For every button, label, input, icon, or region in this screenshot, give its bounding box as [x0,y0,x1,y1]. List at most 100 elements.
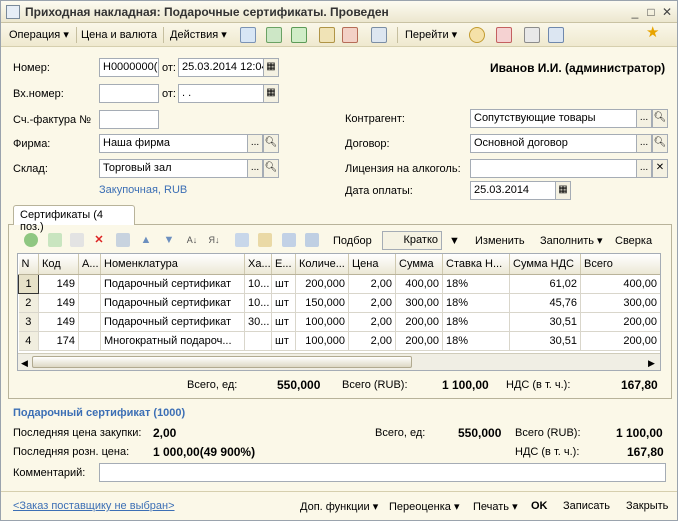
goto-menu[interactable]: Перейти ▾ [405,27,457,43]
contract-field[interactable]: Основной договор [470,134,637,153]
mode-toggle[interactable]: Кратко [382,231,442,250]
cell[interactable]: шт [271,312,296,332]
copy-icon[interactable] [235,233,249,247]
help-icon[interactable] [469,27,485,43]
operation-menu[interactable]: Операция ▾ [9,27,69,43]
table-row[interactable]: 3 149 Подарочный сертификат 30... шт 100… [18,312,660,332]
comment-field[interactable] [99,463,666,482]
scroll-right-icon[interactable]: ▶ [648,355,655,371]
cell[interactable]: 2,00 [348,293,396,313]
cell[interactable]: 18% [442,312,510,332]
sort-desc-icon[interactable]: Я↓ [207,233,221,247]
select-button[interactable]: Подбор [333,233,372,249]
fill-menu[interactable]: Заполнить ▾ [540,233,603,249]
move-up-icon[interactable]: ▲ [139,233,153,247]
cell[interactable]: 18% [442,293,510,313]
contractor-select-button[interactable]: ... [636,109,652,128]
in-date-field[interactable]: . . [178,84,264,103]
close-button[interactable]: Закрыть [626,500,668,512]
contractor-open-icon[interactable]: 🔍︎ [652,109,668,128]
ok-button[interactable]: OK [531,500,548,512]
contract-select-button[interactable]: ... [636,134,652,153]
reprice-menu[interactable]: Переоценка ▾ [389,500,460,513]
cell[interactable]: 61,02 [509,274,581,294]
in-number-field[interactable] [99,84,159,103]
cell[interactable]: 10... [244,274,272,294]
cell[interactable]: 18% [442,274,510,294]
post-icon[interactable] [291,27,307,43]
column-header[interactable]: Цена [348,254,396,275]
copy-row-icon[interactable] [48,233,62,247]
table-row[interactable]: 4 174 Многократный подароч... шт 100,000… [18,331,660,351]
maximize-button[interactable]: □ [643,4,659,20]
cell[interactable]: 18% [442,331,510,351]
cell[interactable] [244,331,272,351]
invoice-field[interactable] [99,110,159,129]
end-edit-icon[interactable] [116,233,130,247]
checklist-icon[interactable] [548,27,564,43]
cell[interactable]: 400,00 [580,274,660,294]
firm-select-button[interactable]: ... [247,134,263,153]
warehouse-select-button[interactable]: ... [247,159,263,178]
column-header[interactable]: N [18,254,39,275]
cell[interactable]: 2,00 [348,312,396,332]
cell[interactable]: 149 [38,274,79,294]
calendar-icon[interactable]: ▦ [263,58,279,77]
cell[interactable]: 200,000 [295,274,349,294]
column-header[interactable]: Сумма [395,254,443,275]
license-select-button[interactable]: ... [636,159,652,178]
delete-row-icon[interactable]: ✕ [92,233,106,247]
column-header[interactable]: Номенклатура [100,254,245,275]
save-button[interactable]: Записать [563,500,610,512]
license-clear-icon[interactable]: ✕ [652,159,668,178]
cell[interactable]: Подарочный сертификат [100,293,245,313]
list-view-icon[interactable] [524,27,540,43]
cell[interactable]: 149 [38,293,79,313]
column-header[interactable]: Сумма НДС [509,254,581,275]
license-field[interactable] [470,159,637,178]
hierarchy-icon[interactable] [496,27,512,43]
number-field[interactable]: Н0000000( [99,58,159,77]
cell[interactable]: 45,76 [509,293,581,313]
price-currency-button[interactable]: Цена и валюта [81,27,157,43]
cell[interactable]: 200,00 [395,331,443,351]
column-header[interactable]: Е... [271,254,296,275]
cell[interactable]: 4 [18,331,39,351]
cell[interactable]: 400,00 [395,274,443,294]
cell[interactable]: шт [271,293,296,313]
structure-icon[interactable] [371,27,387,43]
extra-functions-menu[interactable]: Доп. функции ▾ [300,500,378,513]
tab-certificates[interactable]: Сертификаты (4 поз.) [13,205,135,233]
cell[interactable]: 2 [18,293,39,313]
cell[interactable]: 2,00 [348,331,396,351]
calendar-icon[interactable]: ▦ [263,84,279,103]
cell[interactable]: 3 [18,312,39,332]
cell[interactable]: 100,000 [295,331,349,351]
cell[interactable]: 2,00 [348,274,396,294]
pay-date-field[interactable]: 25.03.2014 [470,181,556,200]
cell[interactable]: 200,00 [580,312,660,332]
cell[interactable]: 30,51 [509,331,581,351]
cell[interactable]: 100,000 [295,312,349,332]
sort-asc-icon[interactable]: A↓ [185,233,199,247]
change-button[interactable]: Изменить [475,233,525,249]
supplier-order-link[interactable]: <Заказ поставщику не выбран> [13,500,175,512]
column-header[interactable]: Ха... [244,254,272,275]
firm-field[interactable]: Наша фирма [99,134,248,153]
cell[interactable]: 200,00 [580,331,660,351]
cell[interactable]: 300,00 [395,293,443,313]
add-row-icon[interactable] [24,233,38,247]
cell[interactable]: 300,00 [580,293,660,313]
cell[interactable]: 149 [38,312,79,332]
cell[interactable]: Многократный подароч... [100,331,245,351]
scroll-thumb[interactable] [32,356,412,368]
date-field[interactable]: 25.03.2014 12:04 [178,58,264,77]
cell[interactable]: шт [271,331,296,351]
minimize-button[interactable]: _ [627,4,643,20]
paste-icon[interactable] [258,233,272,247]
mode-dropdown-icon[interactable]: ▼ [449,233,460,249]
refresh-icon[interactable] [266,27,282,43]
move-down-icon[interactable]: ▼ [162,233,176,247]
edit-row-icon[interactable] [70,233,84,247]
contractor-field[interactable]: Сопутствующие товары [470,109,637,128]
